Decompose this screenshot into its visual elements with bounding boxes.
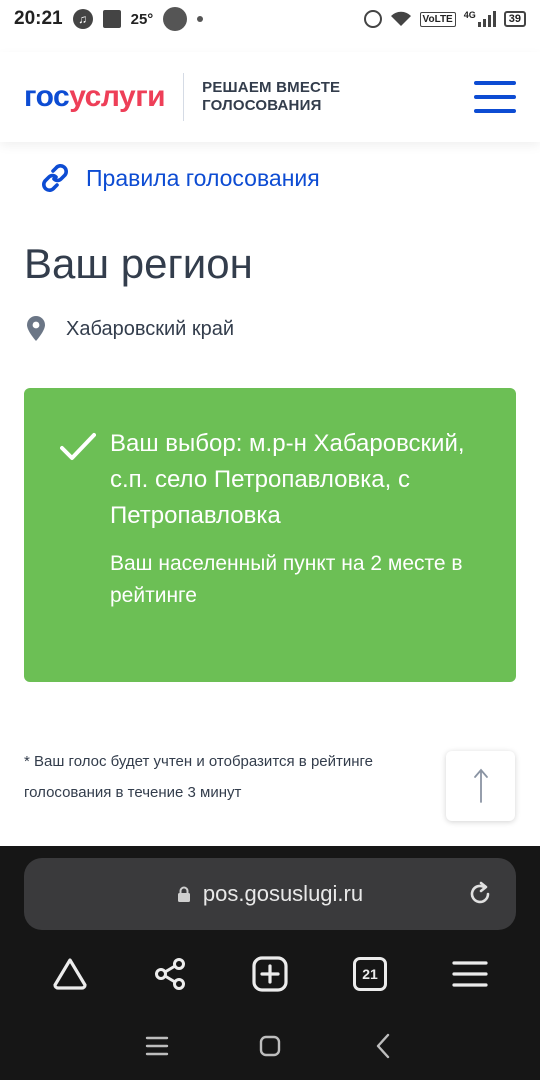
music-icon: ♫: [72, 9, 93, 29]
volte-badge: VoLTE: [419, 11, 456, 27]
network-type: 4G: [463, 10, 476, 20]
voting-rules-label: Правила голосования: [86, 164, 320, 191]
share-icon[interactable]: [145, 954, 195, 994]
region-location: Хабаровский край: [26, 316, 234, 342]
notification-square-icon: [102, 10, 121, 28]
lock-icon: [177, 886, 190, 902]
back-icon[interactable]: [363, 1029, 403, 1063]
logo-part-gos: гос: [24, 80, 70, 113]
system-navigation: [0, 1026, 540, 1066]
tagline-line1: РЕШАЕМ ВМЕСТЕ: [202, 79, 341, 96]
signal-icon: [477, 11, 496, 27]
vote-choice-text: Ваш выбор: м.р-н Хабаровский, с.п. село …: [110, 430, 465, 529]
page-title: Ваш регион: [24, 240, 253, 287]
recent-apps-icon[interactable]: [137, 1029, 177, 1063]
browser-bottom-bar: pos.gosuslugi.ru 21: [0, 846, 540, 1080]
url-text: pos.gosuslugi.ru: [202, 881, 364, 906]
wifi-icon: [390, 11, 411, 26]
battery-level: 39: [503, 11, 526, 27]
location-pin-icon: [27, 316, 45, 341]
arrow-up-icon: [473, 768, 488, 803]
gosuslugi-logo[interactable]: госуслуги: [24, 80, 166, 114]
new-tab-icon[interactable]: [245, 954, 295, 994]
menu-icon[interactable]: [474, 81, 516, 113]
reload-icon[interactable]: [466, 880, 494, 908]
tabs-button[interactable]: 21: [345, 954, 395, 994]
region-name: Хабаровский край: [66, 317, 235, 340]
voting-rules-link[interactable]: Правила голосования: [40, 163, 320, 193]
logo-part-uslugi: услуги: [69, 80, 166, 113]
vote-rank-text: Ваш населенный пункт на 2 месте в рейтин…: [110, 552, 463, 607]
status-bar: 20:21 ♫ 25° VoLTE 4G 39: [0, 0, 540, 38]
header-divider: [183, 73, 185, 121]
browser-menu-icon[interactable]: [445, 954, 495, 994]
vote-note: * Ваш голос будет учтен и отобразится в …: [24, 753, 374, 801]
temperature: 25°: [130, 10, 154, 28]
checkmark-icon: [60, 433, 96, 460]
link-icon: [42, 164, 68, 192]
vote-result-card: Ваш выбор: м.р-н Хабаровский, с.п. село …: [24, 388, 516, 682]
tabs-count: 21: [353, 957, 387, 991]
scroll-to-top-button[interactable]: [446, 751, 515, 821]
browser-nav-icons: 21: [0, 950, 540, 998]
notification-circle-icon: [163, 7, 188, 31]
more-notifications-icon: [197, 16, 204, 22]
status-time: 20:21: [14, 8, 63, 29]
tagline-line2: ГОЛОСОВАНИЯ: [202, 97, 322, 114]
alarm-icon: [363, 10, 382, 28]
home-icon[interactable]: [250, 1029, 290, 1063]
address-bar[interactable]: pos.gosuslugi.ru: [24, 858, 516, 930]
header-tagline: РЕШАЕМ ВМЕСТЕ ГОЛОСОВАНИЯ: [202, 79, 340, 115]
site-header: госуслуги РЕШАЕМ ВМЕСТЕ ГОЛОСОВАНИЯ: [0, 52, 540, 142]
home-alice-icon[interactable]: [45, 954, 95, 994]
